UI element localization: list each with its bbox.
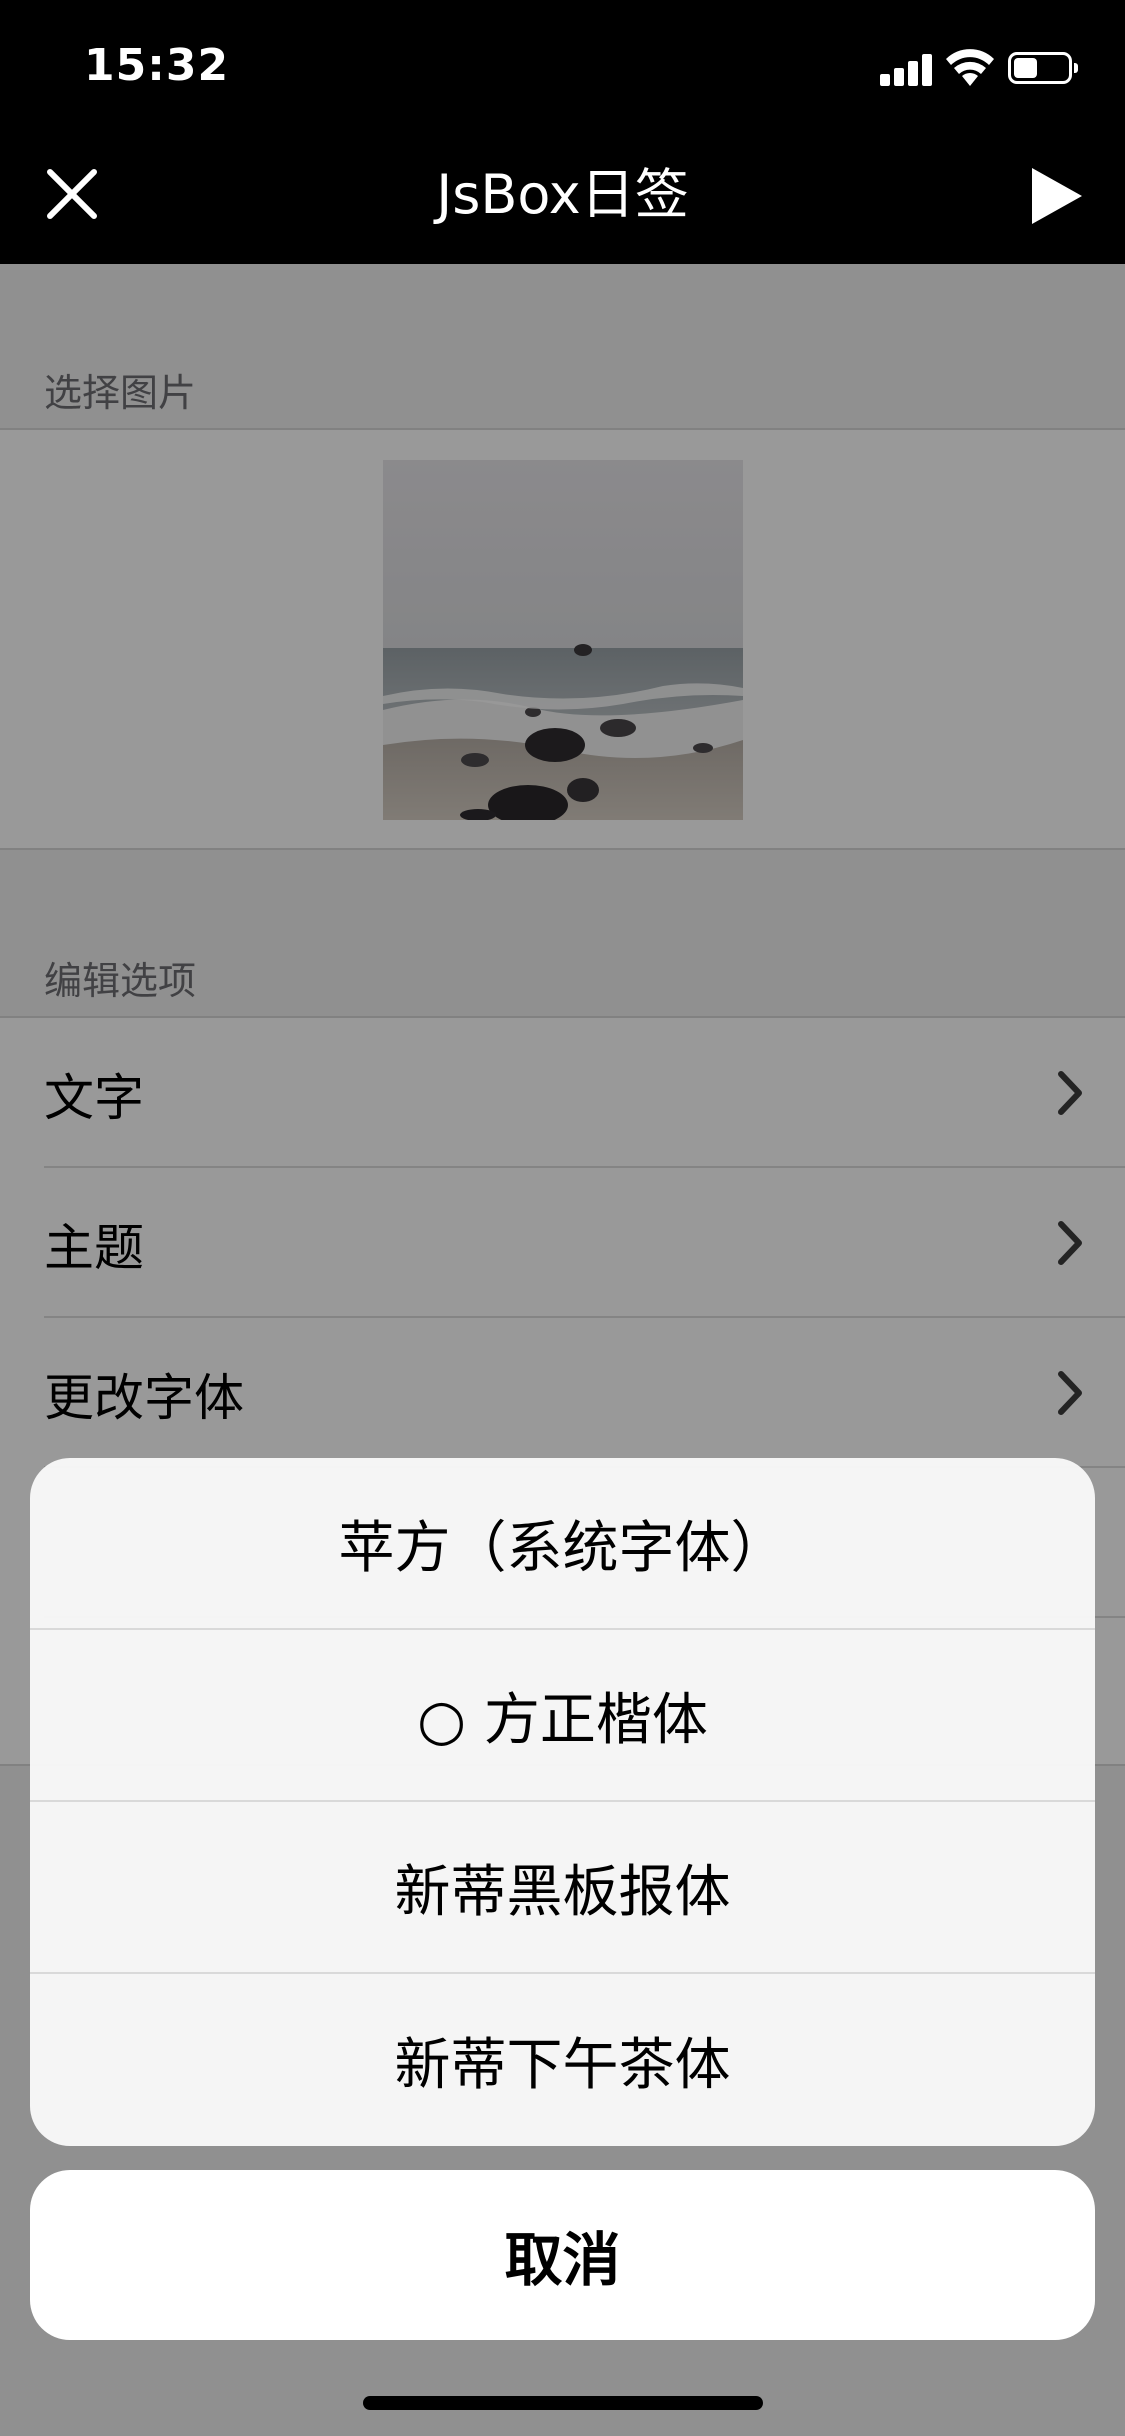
home-indicator[interactable] [363, 2396, 763, 2410]
cancel-button[interactable]: 取消 [30, 2170, 1095, 2340]
wifi-icon [946, 49, 994, 86]
status-bar: 15:32 [0, 0, 1125, 132]
sheet-option-pingfang[interactable]: 苹方（系统字体） [30, 1458, 1095, 1630]
sheet-option-blackboard[interactable]: 新蒂黑板报体 [30, 1802, 1095, 1974]
cellular-signal-icon [880, 52, 934, 86]
sheet-option-fzkaiti[interactable]: ○ 方正楷体 [30, 1630, 1095, 1802]
play-icon[interactable] [1026, 164, 1086, 228]
status-time: 15:32 [84, 40, 230, 91]
nav-title: JsBox日签 [436, 163, 689, 226]
sheet-option-afternoon-tea[interactable]: 新蒂下午茶体 [30, 1974, 1095, 2146]
screen: 15:32 JsBox日签 选择图片 编辑选项 文字 主题 更改字体 苹方（系统… [0, 0, 1125, 2436]
font-action-sheet: 苹方（系统字体） ○ 方正楷体 新蒂黑板报体 新蒂下午茶体 [30, 1458, 1095, 2146]
battery-fill [1014, 58, 1037, 78]
battery-icon [1008, 52, 1078, 84]
